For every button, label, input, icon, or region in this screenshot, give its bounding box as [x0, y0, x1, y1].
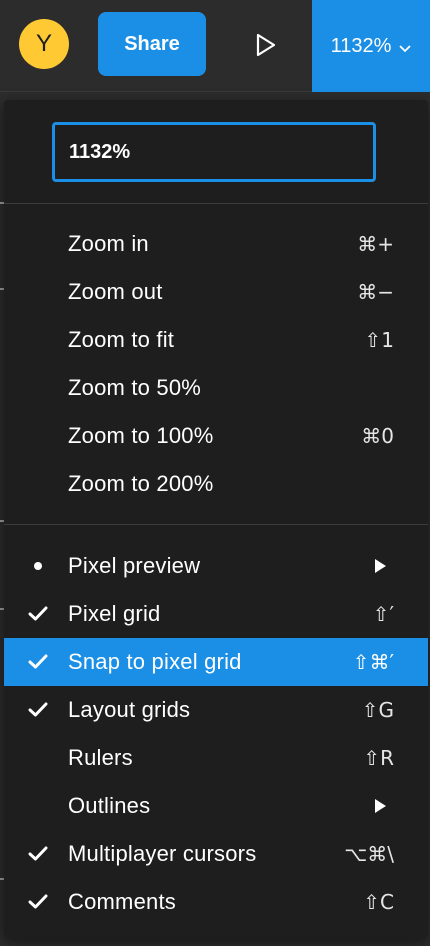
- shortcut-hint: ⇧R: [363, 746, 394, 770]
- checkmark-icon: [26, 606, 50, 622]
- menu-item-snap-to-pixel-grid[interactable]: Snap to pixel grid ⇧⌘′: [4, 638, 428, 686]
- menu-item-label: Layout grids: [68, 697, 191, 722]
- avatar[interactable]: Y: [19, 19, 69, 69]
- chevron-down-icon: [399, 45, 412, 53]
- menu-item-zoom-to-200[interactable]: Zoom to 200%: [4, 460, 428, 508]
- shortcut-hint: ⇧C: [363, 890, 394, 914]
- shortcut-hint: ⇧′: [372, 602, 394, 626]
- shortcut-hint: ⌥⌘\: [344, 842, 394, 866]
- zoom-dropdown-button[interactable]: 1132%: [312, 0, 430, 92]
- zoom-input-container: [52, 122, 376, 182]
- menu-item-label: Pixel grid: [68, 601, 161, 626]
- play-icon: [256, 33, 276, 57]
- shortcut-hint: ⇧G: [361, 698, 394, 722]
- menu-item-label: Zoom to 200%: [68, 471, 214, 496]
- separator: [4, 524, 428, 525]
- menu-item-label: Zoom in: [68, 231, 149, 256]
- menu-item-label: Comments: [68, 889, 176, 914]
- menu-item-label: Pixel preview: [68, 553, 201, 578]
- menu-item-label: Rulers: [68, 745, 133, 770]
- checkmark-icon: [26, 702, 50, 718]
- shortcut-hint: ⌘−: [357, 280, 394, 304]
- zoom-input[interactable]: [52, 122, 376, 182]
- menu-item-zoom-out[interactable]: Zoom out ⌘−: [4, 268, 428, 316]
- menu-item-label: Zoom out: [68, 279, 163, 304]
- menu-item-rulers[interactable]: Rulers ⇧R: [4, 734, 428, 782]
- menu-item-layout-grids[interactable]: Layout grids ⇧G: [4, 686, 428, 734]
- zoom-level: 1132%: [330, 34, 392, 57]
- menu-item-comments[interactable]: Comments ⇧C: [4, 878, 428, 926]
- toolbar: Y Share 1132%: [0, 0, 430, 92]
- zoom-menu: Zoom in⌘+Zoom out⌘−Zoom to fit⇧1Zoom to …: [4, 100, 428, 938]
- checkmark-icon: [26, 654, 50, 670]
- shortcut-hint: ⌘+: [357, 232, 394, 256]
- shortcut-hint: ⇧1: [364, 328, 394, 352]
- menu-item-label: Zoom to 50%: [68, 375, 202, 400]
- menu-item-label: Outlines: [68, 793, 151, 818]
- menu-item-label: Zoom to fit: [68, 327, 175, 352]
- menu-item-zoom-in[interactable]: Zoom in ⌘+: [4, 220, 428, 268]
- share-button[interactable]: Share: [98, 12, 206, 76]
- menu-item-zoom-to-100[interactable]: Zoom to 100% ⌘0: [4, 412, 428, 460]
- checkmark-icon: [26, 894, 50, 910]
- menu-item-pixel-preview[interactable]: Pixel preview: [4, 542, 428, 590]
- present-button[interactable]: [236, 20, 296, 70]
- menu-item-label: Snap to pixel grid: [68, 649, 242, 674]
- submenu-arrow-icon: [375, 799, 386, 813]
- menu-item-multiplayer-cursors[interactable]: Multiplayer cursors ⌥⌘\: [4, 830, 428, 878]
- menu-item-zoom-to-50[interactable]: Zoom to 50%: [4, 364, 428, 412]
- menu-item-outlines[interactable]: Outlines: [4, 782, 428, 830]
- menu-item-zoom-to-fit[interactable]: Zoom to fit ⇧1: [4, 316, 428, 364]
- separator: [4, 203, 428, 204]
- shortcut-hint: ⇧⌘′: [352, 650, 394, 674]
- submenu-arrow-icon: [375, 559, 386, 573]
- menu-item-label: Multiplayer cursors: [68, 841, 257, 866]
- menu-item-pixel-grid[interactable]: Pixel grid ⇧′: [4, 590, 428, 638]
- shortcut-hint: ⌘0: [361, 424, 394, 448]
- bullet-icon: [26, 562, 50, 570]
- checkmark-icon: [26, 846, 50, 862]
- menu-item-label: Zoom to 100%: [68, 423, 214, 448]
